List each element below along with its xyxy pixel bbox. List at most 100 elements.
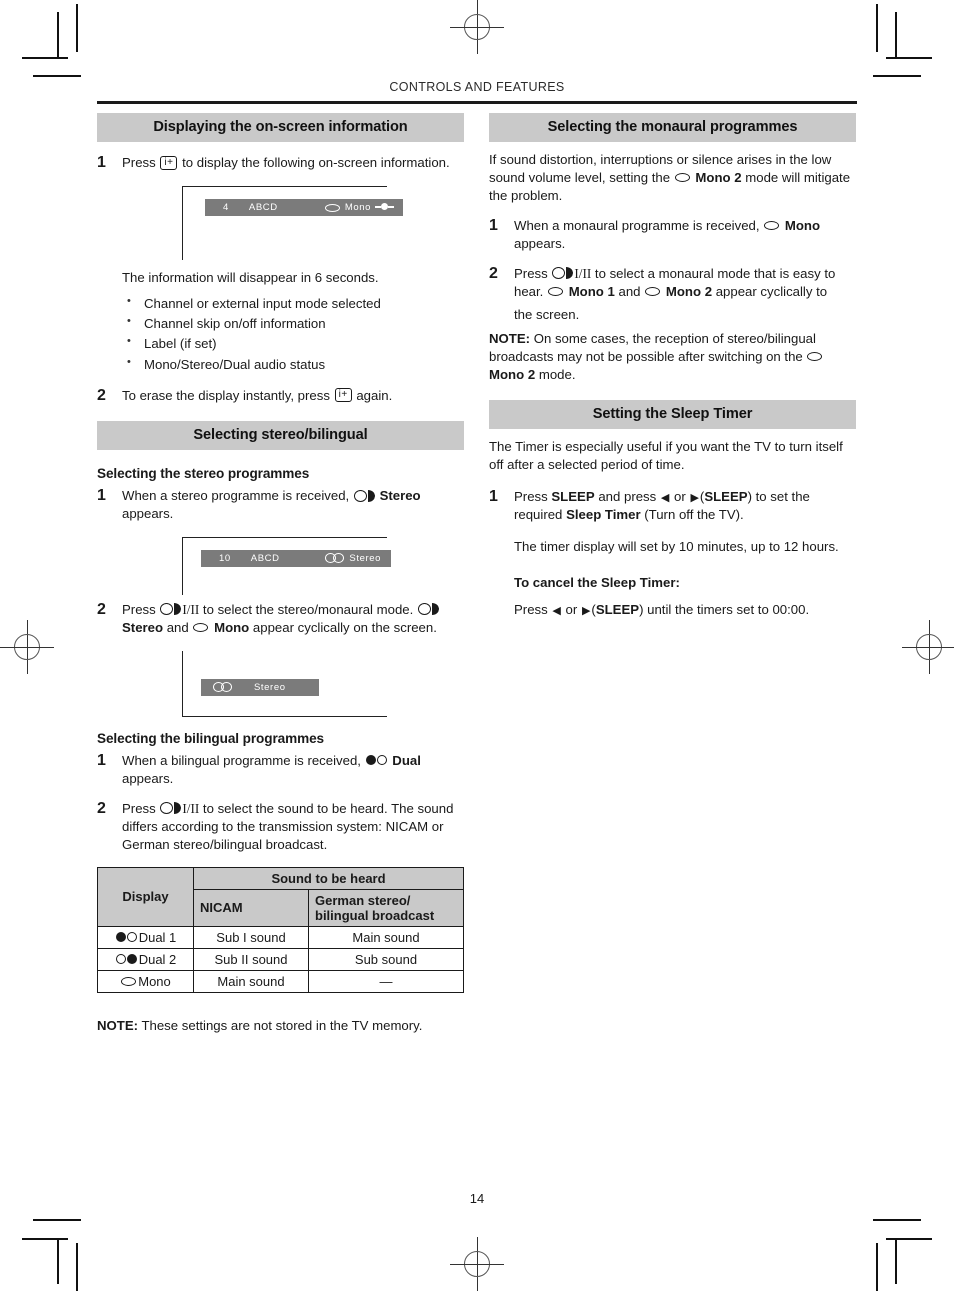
step-number: 1 — [97, 154, 106, 171]
section-heading-stereo-bilingual: Selecting stereo/bilingual — [97, 420, 464, 450]
column-header-sound-group: Sound to be heard — [193, 866, 464, 890]
crop-mark-tl-v2 — [76, 4, 78, 52]
osd-info-bullets: Channel or external input mode selected … — [122, 293, 464, 374]
cell-display: Dual 1 — [97, 925, 194, 949]
step-number: 1 — [97, 751, 106, 769]
osd-label: ABCD — [248, 202, 278, 214]
two-column-layout: Displaying the on-screen information 1 P… — [97, 113, 857, 1035]
step-text-bold-1: Stereo — [122, 619, 164, 635]
info-key-icon: i+ — [334, 388, 352, 403]
list-item: Channel skip on/off information — [122, 313, 464, 334]
step-1-set-sleep-timer: 1 Press SLEEP and press ◀ or ▶(SLEEP) to… — [489, 488, 856, 524]
step-text-bold: Stereo — [379, 487, 421, 503]
right-column: Selecting the monaural programmes If sou… — [489, 113, 856, 1035]
step-text: Press I/II to select the sound to be hea… — [122, 800, 464, 854]
step-number: 2 — [97, 600, 106, 618]
step-text-or: or — [674, 489, 686, 505]
sleep-key-label: SLEEP — [595, 602, 640, 618]
step-text-bold: Dual — [392, 752, 421, 768]
step-text-bold-2: Mono 2 — [665, 283, 713, 299]
arrow-right-icon: ▶ — [581, 605, 591, 618]
crop-mark-tl-v — [57, 12, 59, 58]
mono-icon — [121, 976, 137, 986]
dual-icon — [365, 755, 387, 766]
table-row: Dual 2 Sub II sound Sub sound — [97, 947, 464, 971]
osd-frame: Stereo — [182, 650, 387, 717]
cell-nicam: Main sound — [193, 969, 309, 993]
table-row: Display Sound to be heard — [97, 866, 464, 927]
stereo-icon — [417, 603, 439, 616]
osd-audio-mode: Mono — [324, 202, 394, 214]
arrow-left-icon: ◀ — [552, 605, 561, 618]
info-disappear-note: The information will disappear in 6 seco… — [122, 270, 379, 286]
step-text-c: and — [618, 283, 641, 299]
step-text-b: appears. — [122, 770, 174, 786]
crop-mark-tr-h — [886, 57, 932, 59]
mono-icon — [548, 286, 564, 296]
step-text-before: To erase the display instantly, press — [122, 387, 330, 403]
sound-select-key-label: I/II — [574, 265, 592, 281]
crop-mark-tr-v — [895, 12, 897, 58]
step-text-bold-1: Mono 1 — [568, 283, 615, 299]
osd-mode-text: Mono — [344, 202, 371, 214]
running-head: CONTROLS AND FEATURES — [389, 80, 565, 94]
mono-icon — [674, 172, 690, 182]
cancel-paren-close: ) until the timers set to 00:00. — [639, 602, 810, 618]
step-text-a: When a monaural programme is received, — [514, 217, 760, 233]
registration-mark-top — [450, 0, 504, 54]
osd-illustration-stereo: 10 ABCD Stereo — [97, 536, 464, 595]
crop-mark-tl-h2 — [33, 75, 81, 77]
cancel-sleep-timer-instruction: Press ◀ or ▶(SLEEP) until the timers set… — [514, 601, 856, 619]
osd-illustration-stereo-only: Stereo — [97, 650, 464, 717]
step-text-bold: Mono — [784, 217, 821, 233]
step-1-stereo-received: 1 When a stereo programme is received, S… — [97, 487, 464, 523]
step-text: When a stereo programme is received, Ste… — [122, 487, 464, 523]
note-tv-memory: NOTE: These settings are not stored in t… — [97, 1017, 464, 1035]
registration-mark-right — [902, 620, 954, 674]
crop-mark-br-h2 — [873, 1219, 921, 1221]
osd-channel-number: 10 — [219, 552, 231, 564]
step-text-d: appear cyclically to — [715, 283, 828, 299]
stereo-icon — [160, 802, 182, 815]
step-text-bold-2: Mono — [214, 619, 250, 635]
subheading-stereo-programmes: Selecting the stereo programmes — [97, 465, 310, 481]
mono-icon — [764, 220, 780, 230]
cell-display-text: Mono — [138, 973, 171, 989]
crop-mark-br-v — [895, 1238, 897, 1284]
skip-icon — [375, 203, 394, 212]
arrow-left-icon: ◀ — [660, 492, 670, 505]
crop-mark-bl-h2 — [33, 1219, 81, 1221]
osd-mode-text: Stereo — [254, 681, 286, 693]
sleep-key-label-1: SLEEP — [551, 489, 595, 505]
step-2-select-monaural: 2 Press I/II to select a monaural mode t… — [489, 265, 856, 324]
osd-bar: 10 ABCD Stereo — [201, 549, 391, 567]
osd-mode-text: Stereo — [349, 552, 381, 564]
step-text-c: and — [166, 619, 189, 635]
stereo-icon — [325, 553, 345, 564]
osd-channel-number: 4 — [223, 202, 229, 214]
step-text-after: to display the following on-screen infor… — [182, 155, 450, 170]
crop-mark-bl-v — [57, 1238, 59, 1284]
column-header-nicam: NICAM — [193, 888, 309, 927]
table-body: Dual 1 Sub I sound Main sound Dual 2 Sub… — [97, 925, 464, 993]
cell-display-text: Dual 2 — [138, 951, 177, 967]
cell-display: Mono — [97, 969, 194, 993]
sound-to-be-heard-table: Display Sound to be heard NICAM German s… — [97, 866, 464, 993]
step-text-c: and press — [598, 489, 657, 505]
sleep-timer-intro: The Timer is especially useful if you wa… — [489, 439, 843, 473]
step-text-e: the screen. — [514, 306, 580, 322]
table-head: Display Sound to be heard NICAM German s… — [97, 866, 464, 927]
step-text: Press I/II to select a monaural mode tha… — [514, 265, 856, 324]
cancel-text-a: Press — [514, 602, 548, 618]
section-heading-monaural: Selecting the monaural programmes — [489, 113, 856, 142]
mono-icon — [645, 286, 661, 296]
step-text-a: Press — [122, 800, 156, 816]
note-text-a: On some cases, the reception of stereo/b… — [489, 330, 816, 364]
cancel-text-or: or — [565, 602, 578, 618]
left-column: Displaying the on-screen information 1 P… — [97, 113, 464, 1035]
list-item: Channel or external input mode selected — [122, 293, 464, 314]
column-header-german-line2: bilingual broadcast — [315, 907, 435, 923]
osd-frame: 4 ABCD Mono — [182, 186, 403, 261]
crop-mark-tl-h — [22, 57, 68, 59]
osd-bar: Stereo — [201, 678, 319, 696]
